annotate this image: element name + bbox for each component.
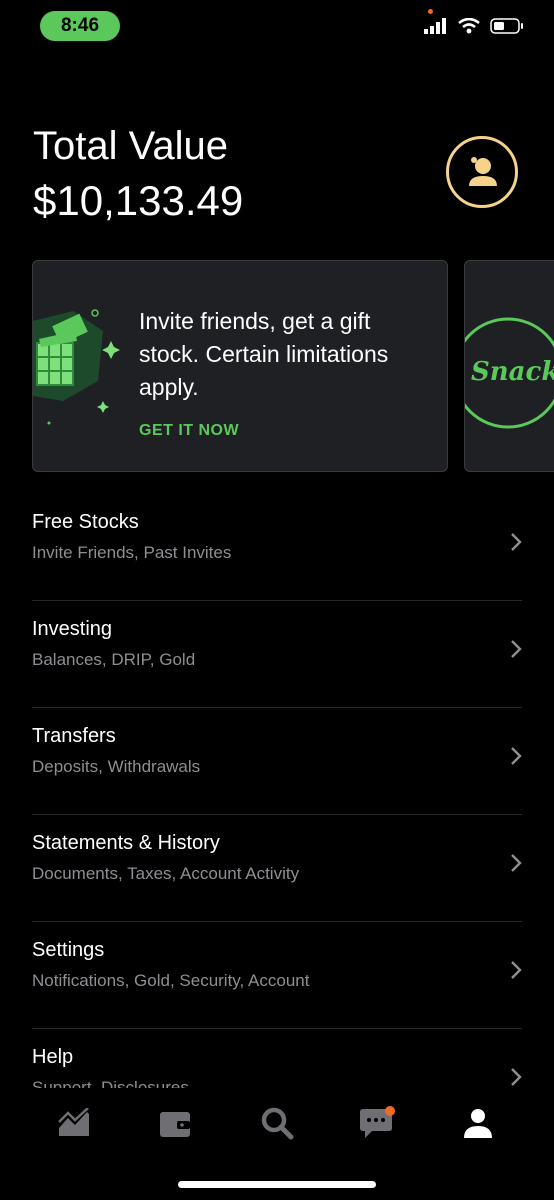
menu-list-viewport: Free Stocks Invite Friends, Past Invites… [0, 0, 554, 1088]
menu-item-transfers[interactable]: Transfers Deposits, Withdrawals [32, 708, 522, 815]
menu-item-title: Settings [32, 939, 105, 961]
tab-messages[interactable] [357, 1103, 397, 1143]
tab-account[interactable] [458, 1103, 498, 1143]
menu-item-title: Statements & History [32, 832, 220, 854]
wallet-icon [160, 1112, 190, 1137]
menu-item-subtitle: Notifications, Gold, Security, Account [32, 971, 310, 990]
menu-item-help[interactable]: Help Support, Disclosures [32, 1029, 522, 1088]
chevron-right-icon [511, 747, 522, 765]
account-menu-list: Free Stocks Invite Friends, Past Invites… [32, 494, 522, 1088]
menu-item-subtitle: Invite Friends, Past Invites [32, 543, 232, 562]
menu-item-settings[interactable]: Settings Notifications, Gold, Security, … [32, 922, 522, 1029]
chevron-right-icon [511, 640, 522, 658]
menu-item-subtitle: Documents, Taxes, Account Activity [32, 864, 300, 883]
home-indicator [178, 1181, 376, 1188]
chart-icon [58, 1108, 89, 1136]
menu-item-title: Transfers [32, 725, 116, 747]
tab-wallet[interactable] [155, 1103, 195, 1143]
tab-portfolio[interactable] [54, 1103, 94, 1143]
menu-item-title: Free Stocks [32, 511, 139, 533]
menu-item-statements-history[interactable]: Statements & History Documents, Taxes, A… [32, 815, 522, 922]
chevron-right-icon [511, 854, 522, 872]
menu-item-title: Investing [32, 618, 113, 640]
menu-item-investing[interactable]: Investing Balances, DRIP, Gold [32, 601, 522, 708]
menu-item-subtitle: Balances, DRIP, Gold [32, 650, 196, 669]
chevron-right-icon [511, 1068, 522, 1086]
menu-item-subtitle: Support, Disclosures [32, 1078, 189, 1088]
profile-icon [464, 1109, 492, 1138]
chevron-right-icon [511, 533, 522, 551]
menu-item-subtitle: Deposits, Withdrawals [32, 757, 201, 776]
chevron-right-icon [511, 961, 522, 979]
menu-item-title: Help [32, 1046, 74, 1068]
tab-search[interactable] [257, 1103, 297, 1143]
messages-icon [360, 1106, 395, 1138]
menu-item-free-stocks[interactable]: Free Stocks Invite Friends, Past Invites [32, 494, 522, 601]
search-icon [261, 1107, 294, 1140]
